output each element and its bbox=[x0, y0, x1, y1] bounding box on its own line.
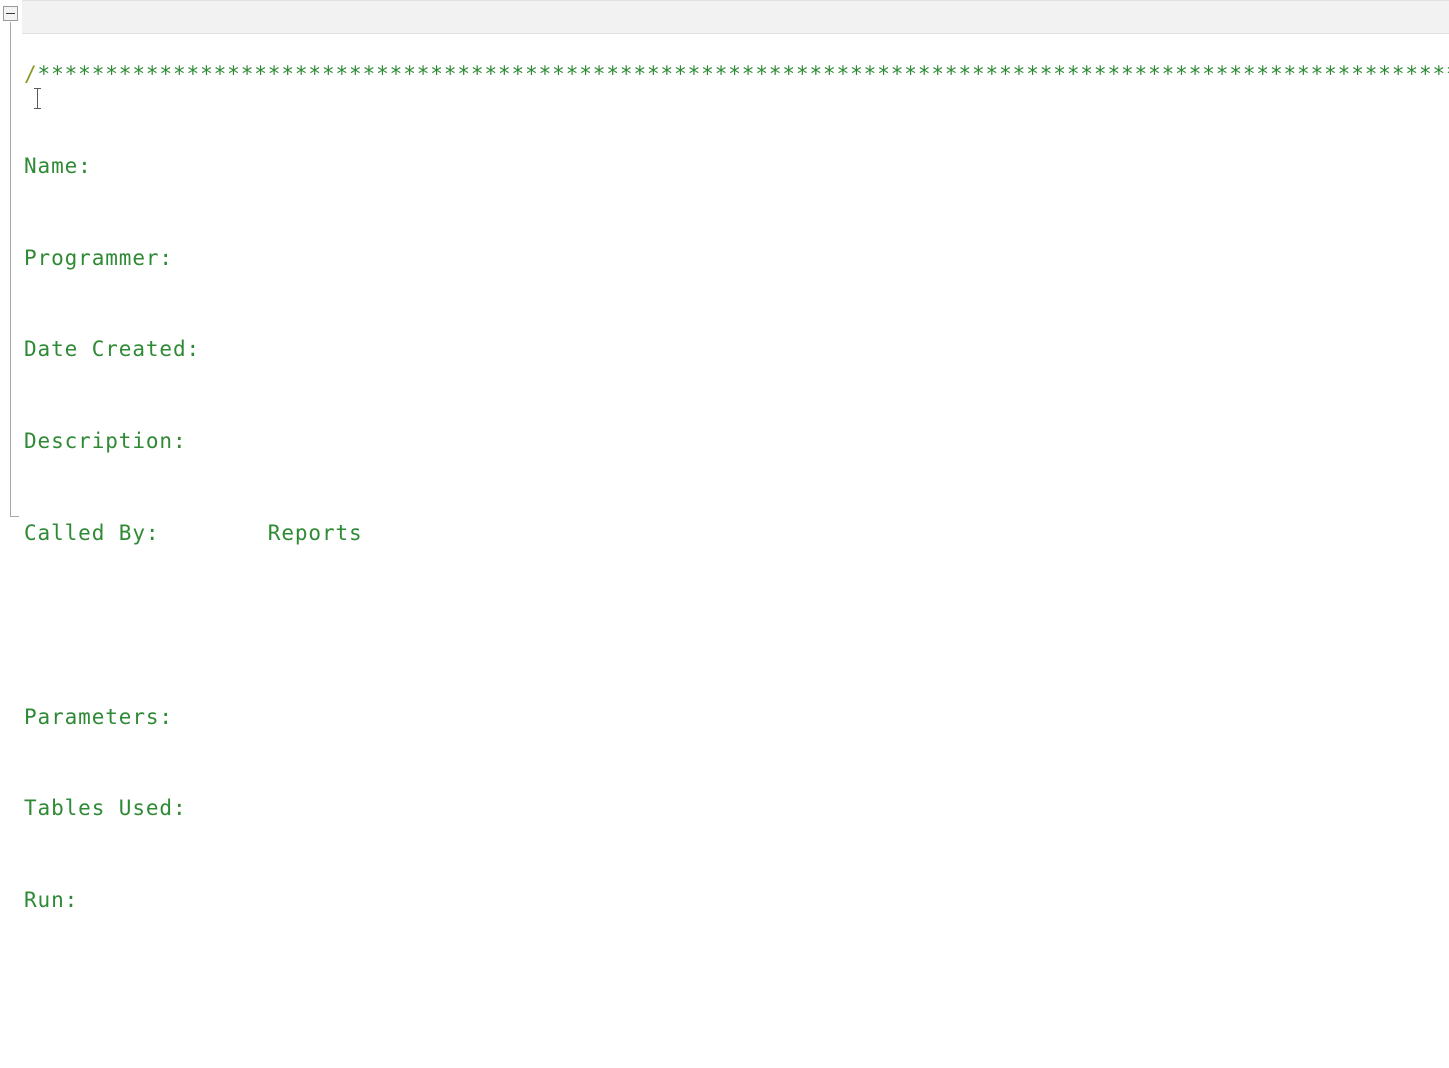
code-line-name[interactable]: Name: bbox=[22, 149, 1449, 184]
code-line-modifications[interactable]: Modifications: bbox=[22, 1067, 1449, 1068]
collapse-region-toggle[interactable]: − bbox=[3, 6, 18, 21]
code-line-parameters[interactable]: Parameters: bbox=[22, 700, 1449, 735]
code-line-blank-2[interactable] bbox=[22, 975, 1449, 1010]
code-text-area[interactable]: /***************************************… bbox=[22, 0, 1449, 912]
code-line-comment-open[interactable]: /***************************************… bbox=[22, 57, 1449, 109]
field-parameters-label: Parameters: bbox=[24, 704, 173, 729]
field-called-by: Called By: Reports bbox=[24, 520, 363, 545]
minus-icon: − bbox=[6, 13, 15, 14]
editor-gutter: − bbox=[0, 0, 22, 534]
field-run-label: Run: bbox=[24, 888, 79, 913]
code-line-tables-used[interactable]: Tables Used: bbox=[22, 791, 1449, 826]
code-line-blank-1[interactable] bbox=[22, 608, 1449, 643]
field-tables-used-label: Tables Used: bbox=[24, 796, 187, 821]
comment-top-rule: ****************************************… bbox=[37, 62, 1449, 86]
comment-open-slash: / bbox=[24, 62, 38, 86]
code-line-programmer[interactable]: Programmer: bbox=[22, 241, 1449, 276]
field-date-created-label: Date Created: bbox=[24, 337, 201, 362]
fold-region-guide-line bbox=[10, 22, 11, 517]
code-line-description[interactable]: Description: bbox=[22, 424, 1449, 459]
field-description-label: Description: bbox=[24, 429, 187, 454]
code-editor-surface[interactable]: − /*************************************… bbox=[0, 0, 1449, 912]
fold-region-end-tick bbox=[10, 516, 19, 517]
code-line-date-created[interactable]: Date Created: bbox=[22, 332, 1449, 367]
field-programmer-label: Programmer: bbox=[24, 245, 173, 270]
code-line-called-by[interactable]: Called By: Reports bbox=[22, 516, 1449, 551]
code-line-run[interactable]: Run: bbox=[22, 883, 1449, 918]
field-name-label: Name: bbox=[24, 153, 92, 178]
